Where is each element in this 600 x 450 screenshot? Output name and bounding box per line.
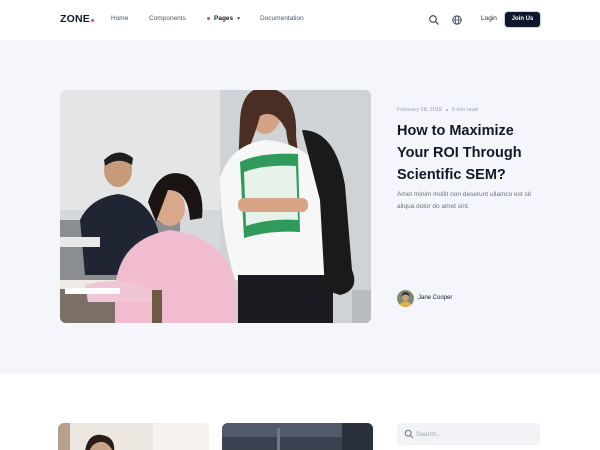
- post-author[interactable]: Jane Cooper: [397, 289, 452, 307]
- featured-post: February 28, 2018 6 min read How to Maxim…: [0, 40, 600, 374]
- language-button[interactable]: [451, 13, 463, 25]
- post-card-image[interactable]: [222, 423, 373, 450]
- nav-components[interactable]: Components: [149, 15, 186, 22]
- globe-icon: [452, 15, 462, 25]
- chevron-down-icon: ▼: [236, 16, 242, 22]
- post-read-time: 6 min read: [451, 107, 478, 113]
- avatar: [397, 289, 414, 307]
- site-header: ZONE Home Components Pages ▼ Documentatio…: [0, 0, 600, 40]
- post-card-image[interactable]: [58, 423, 209, 450]
- students-photo: [60, 90, 371, 323]
- logo-dot: [90, 18, 95, 22]
- search-input[interactable]: [416, 427, 534, 441]
- meta-separator: [445, 108, 448, 111]
- nav-home[interactable]: Home: [111, 15, 128, 22]
- post-excerpt: Amet minim mollit non deserunt ullamco e…: [397, 191, 532, 210]
- nav-documentation[interactable]: Documentation: [260, 15, 304, 22]
- logo-text[interactable]: ZONE: [60, 13, 90, 25]
- join-us-button[interactable]: Join Us: [505, 12, 540, 27]
- author-name: Jane Cooper: [418, 295, 453, 301]
- search-icon: [429, 15, 439, 25]
- post-card-photo: [222, 423, 373, 450]
- featured-post-image[interactable]: [60, 90, 371, 323]
- sidebar-search: [397, 423, 540, 445]
- active-indicator: [207, 16, 210, 20]
- nav-pages-label: Pages: [214, 15, 234, 22]
- search-icon: [404, 429, 414, 439]
- post-date: February 28, 2018: [397, 107, 442, 113]
- login-link[interactable]: Login: [481, 15, 497, 22]
- header-search-button[interactable]: [428, 13, 440, 25]
- logo[interactable]: ZONE: [60, 13, 95, 25]
- nav-pages[interactable]: Pages ▼: [207, 15, 241, 22]
- post-meta: February 28, 2018 6 min read: [397, 107, 478, 113]
- post-title[interactable]: How to Maximize Your ROI Through Scienti…: [397, 120, 537, 186]
- post-card-photo: [58, 423, 209, 450]
